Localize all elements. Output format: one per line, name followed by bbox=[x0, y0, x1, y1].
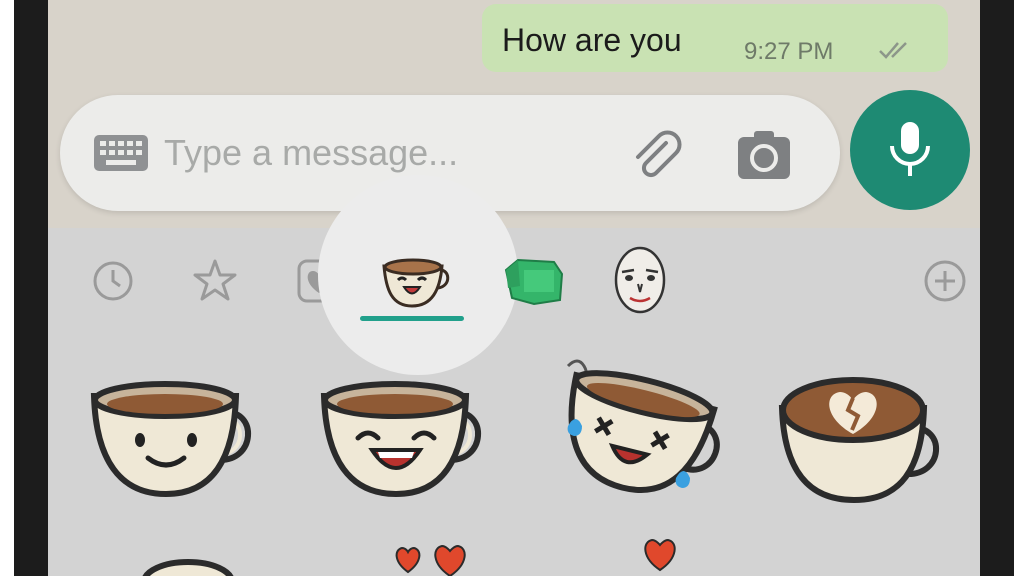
chat-area: How are you 9:27 PM bbox=[48, 0, 980, 228]
coffee-cup-dizzy-sticker bbox=[566, 359, 720, 494]
hearts-sticker bbox=[395, 544, 466, 576]
sticker-item[interactable] bbox=[388, 536, 568, 576]
sticker-item[interactable] bbox=[774, 368, 954, 518]
coffee-cup-smile-sticker bbox=[90, 381, 251, 498]
message-input[interactable] bbox=[164, 125, 604, 181]
chat-screen: How are you 9:27 PM bbox=[48, 0, 980, 576]
coffee-cup-laugh-sticker bbox=[320, 381, 481, 498]
microphone-icon bbox=[890, 122, 930, 176]
sticker-item[interactable] bbox=[608, 532, 788, 576]
camera-icon[interactable] bbox=[736, 127, 792, 183]
keyboard-icon[interactable] bbox=[94, 135, 148, 171]
favorites-star-icon bbox=[193, 259, 237, 301]
double-check-icon bbox=[879, 42, 907, 59]
cup-sticker bbox=[142, 559, 234, 576]
outgoing-message-bubble[interactable]: How are you 9:27 PM bbox=[482, 4, 948, 72]
tab-favorites[interactable] bbox=[180, 246, 250, 316]
tab-monster-pack[interactable] bbox=[498, 240, 574, 316]
message-text: How are you bbox=[502, 22, 682, 58]
tab-face-pack[interactable] bbox=[602, 238, 678, 324]
paperclip-icon[interactable] bbox=[626, 125, 686, 185]
green-monster-pack-icon bbox=[504, 258, 564, 306]
coffee-cup-broken-heart-sticker bbox=[778, 377, 939, 504]
voice-record-button[interactable] bbox=[850, 90, 970, 210]
sticker-panel bbox=[48, 175, 980, 576]
sticker-item[interactable] bbox=[138, 546, 318, 576]
sticker-item[interactable] bbox=[316, 368, 496, 518]
recent-clock-icon bbox=[93, 261, 133, 301]
tab-coffee-pack[interactable] bbox=[374, 240, 458, 324]
selected-tab-indicator bbox=[360, 316, 464, 321]
message-time: 9:27 PM bbox=[744, 38, 834, 65]
add-stickers-icon bbox=[924, 260, 966, 302]
phone-frame: How are you 9:27 PM bbox=[14, 0, 1014, 576]
sticker-item[interactable] bbox=[548, 352, 728, 518]
face-pack-icon bbox=[614, 246, 666, 314]
tab-recent[interactable] bbox=[78, 246, 148, 316]
coffee-cup-pack-icon bbox=[382, 258, 450, 308]
heart-sticker bbox=[644, 538, 676, 572]
sticker-item[interactable] bbox=[86, 368, 266, 518]
tab-add-stickers[interactable] bbox=[910, 246, 980, 316]
